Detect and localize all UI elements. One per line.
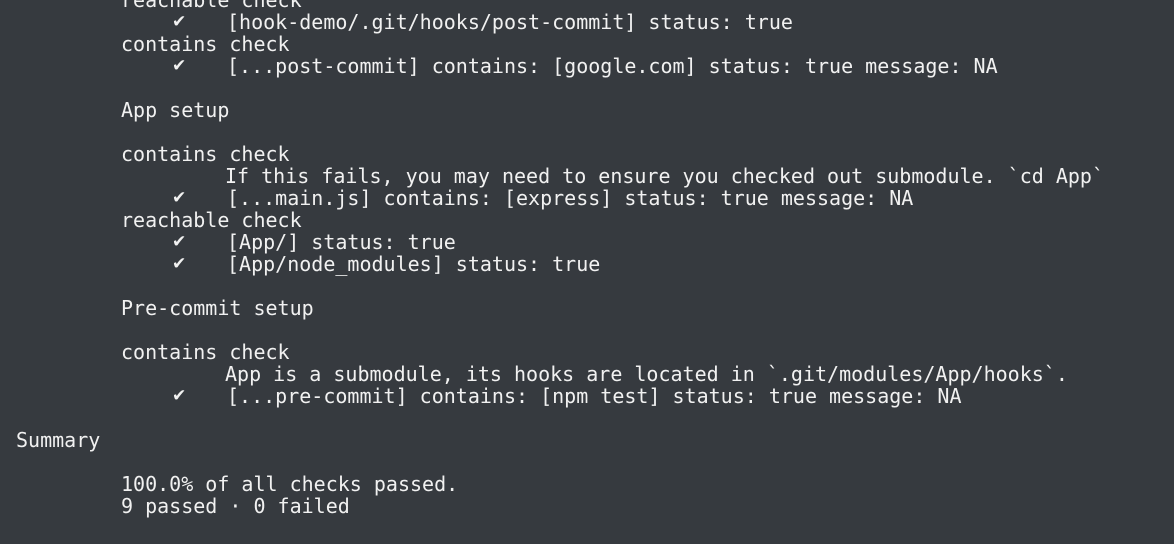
check-result-text: [App/] status: true: [227, 230, 456, 254]
check-mark-icon: ✔: [172, 386, 187, 406]
check-result-row: ✔ [...post-commit] contains: [google.com…: [0, 55, 1174, 77]
check-result-text: [hook-demo/.git/hooks/post-commit] statu…: [227, 10, 793, 34]
check-mark-icon: ✔: [172, 188, 187, 208]
check-mark-icon: ✔: [172, 12, 187, 32]
check-hint: App is a submodule, its hooks are locate…: [225, 362, 1068, 386]
check-hint: If this fails, you may need to ensure yo…: [225, 164, 1104, 188]
check-result-row: ✔ [App/] status: true: [0, 231, 1174, 253]
check-mark-icon: ✔: [172, 254, 187, 274]
check-heading: contains check: [121, 142, 290, 166]
check-result-row: ✔ [hook-demo/.git/hooks/post-commit] sta…: [0, 11, 1174, 33]
summary-counts: 9 passed · 0 failed: [121, 494, 350, 518]
summary-percentage: 100.0% of all checks passed.: [121, 472, 459, 496]
check-result-row: ✔ [App/node_modules] status: true: [0, 253, 1174, 275]
section-heading: App setup: [121, 98, 230, 122]
check-heading: contains check: [121, 340, 290, 364]
summary-heading: Summary: [16, 428, 101, 452]
check-result-row: ✔ [...pre-commit] contains: [npm test] s…: [0, 385, 1174, 407]
section-heading: Pre-commit setup: [121, 296, 314, 320]
check-result-text: [...main.js] contains: [express] status:…: [227, 186, 914, 210]
check-mark-icon: ✔: [172, 232, 187, 252]
check-result-row: ✔ [...main.js] contains: [express] statu…: [0, 187, 1174, 209]
check-result-text: [App/node_modules] status: true: [227, 252, 601, 276]
check-heading: contains check: [121, 32, 290, 56]
check-heading: reachable check: [121, 208, 302, 232]
terminal-window: reachable check ✔ [hook-demo/.git/hooks/…: [0, 0, 1174, 544]
check-mark-icon: ✔: [172, 56, 187, 76]
check-result-text: [...pre-commit] contains: [npm test] sta…: [227, 384, 962, 408]
check-result-text: [...post-commit] contains: [google.com] …: [227, 54, 998, 78]
